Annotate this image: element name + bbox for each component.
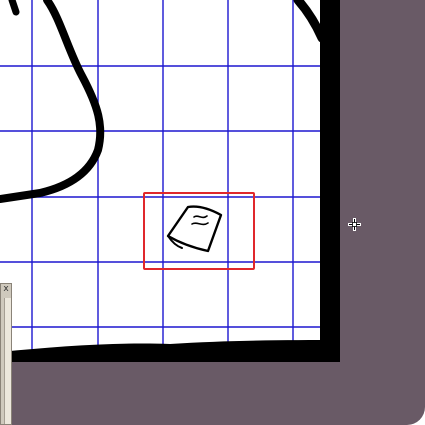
wall-top-left [8,0,20,16]
move-crosshair-icon [348,218,361,231]
map-canvas[interactable] [0,0,340,362]
side-panel: x [0,283,12,425]
side-panel-scrollbar[interactable] [4,298,11,424]
close-button[interactable]: x [1,284,11,295]
map-background [0,0,340,362]
